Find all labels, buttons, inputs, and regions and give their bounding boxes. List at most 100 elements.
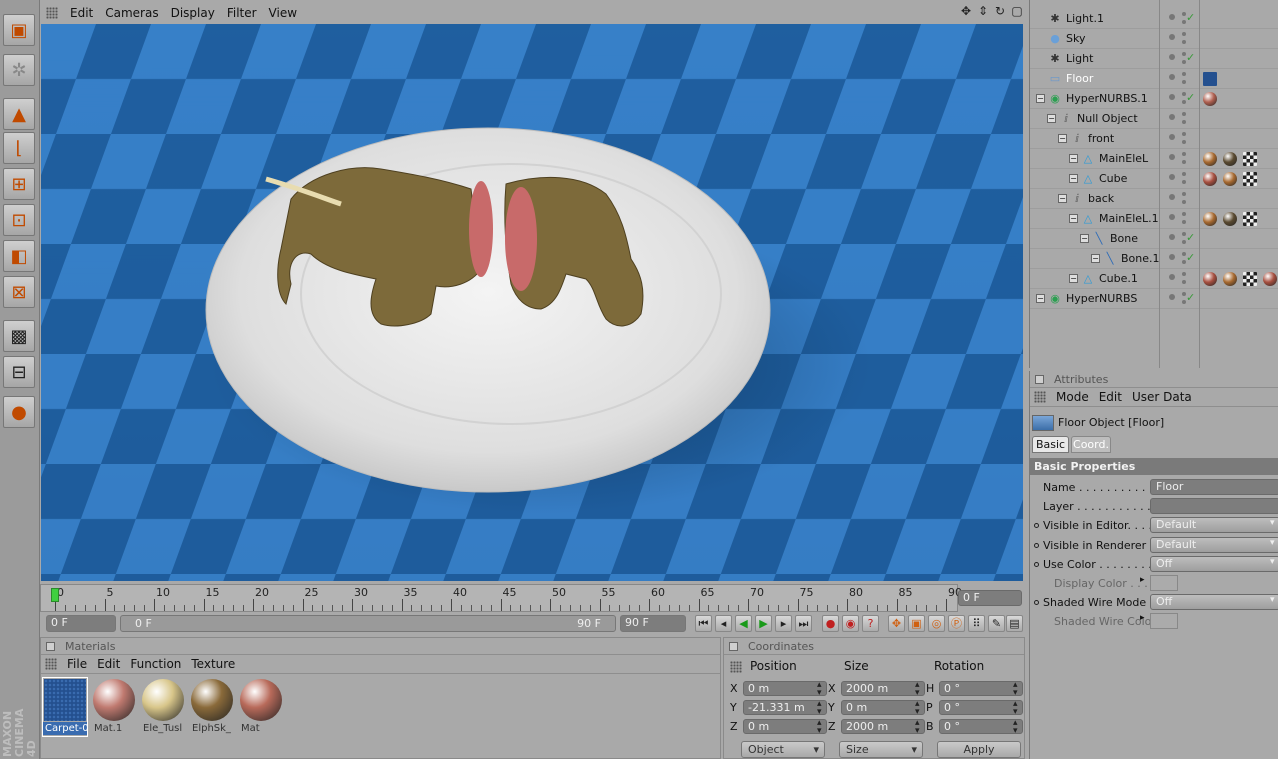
animate-bullet-icon[interactable] <box>1034 561 1039 567</box>
keyframe-selection-icon[interactable]: ? <box>862 615 879 632</box>
render-dot[interactable] <box>1182 180 1186 184</box>
materials-menu-edit[interactable]: Edit <box>97 657 120 671</box>
tree-expander-icon[interactable]: − <box>1069 154 1078 163</box>
material-swatch[interactable]: Mat.1 <box>92 678 136 736</box>
tag-icon[interactable] <box>1203 212 1217 226</box>
autokey-icon[interactable]: ◉ <box>842 615 859 632</box>
object-row[interactable]: − △ MainEleL <box>1030 149 1278 169</box>
menu-cameras[interactable]: Cameras <box>105 6 158 20</box>
tag-icon[interactable] <box>1203 92 1217 106</box>
visibility-dot[interactable] <box>1169 234 1175 240</box>
tag-icon[interactable] <box>1223 152 1237 166</box>
tag-icon[interactable] <box>1263 272 1277 286</box>
next-key-icon[interactable]: ▸ <box>775 615 792 632</box>
start-frame-field[interactable]: 0 F <box>46 615 116 632</box>
object-name[interactable]: front <box>1088 132 1114 145</box>
object-name[interactable]: Null Object <box>1077 112 1138 125</box>
visibility-dot[interactable] <box>1169 214 1175 220</box>
layout-icon[interactable]: ▣ <box>3 14 35 46</box>
current-frame-field[interactable]: 0 F <box>958 590 1022 606</box>
3d-viewport[interactable] <box>41 24 1023 581</box>
object-row[interactable]: − ╲ Bone ✓ <box>1030 229 1278 249</box>
visibility-dot[interactable] <box>1169 114 1175 120</box>
material-swatch[interactable]: Ele_Tusl <box>141 678 185 736</box>
object-name[interactable]: back <box>1088 192 1114 205</box>
tag-icon[interactable] <box>1243 172 1257 186</box>
object-name[interactable]: HyperNURBS.1 <box>1066 92 1148 105</box>
tag-icon[interactable] <box>1243 272 1257 286</box>
attribute-value[interactable]: Off <box>1150 555 1278 572</box>
material-swatch[interactable]: Mat <box>239 678 283 736</box>
object-row[interactable]: − △ Cube.1 <box>1030 269 1278 289</box>
render-dot[interactable] <box>1182 80 1186 84</box>
tag-icon[interactable] <box>1203 152 1217 166</box>
coord-size-field[interactable]: 0 m <box>841 700 925 715</box>
render-dot[interactable] <box>1182 32 1186 36</box>
tag-icon[interactable] <box>1203 172 1217 186</box>
menu-view[interactable]: View <box>269 6 297 20</box>
color-swatch[interactable] <box>1150 613 1178 630</box>
end-frame-field[interactable]: 90 F <box>620 615 686 632</box>
object-row[interactable]: − ⅈ front <box>1030 129 1278 149</box>
coord-position-field[interactable]: 0 m <box>743 681 827 696</box>
expand-arrow-icon[interactable]: ▸ <box>1140 613 1145 623</box>
render-dot[interactable] <box>1182 40 1186 44</box>
render-dot[interactable] <box>1182 220 1186 224</box>
tag-icon[interactable] <box>1243 152 1257 166</box>
coord-rotation-field[interactable]: 0 ° <box>939 700 1023 715</box>
menu-filter[interactable]: Filter <box>227 6 257 20</box>
tree-expander-icon[interactable]: − <box>1036 294 1045 303</box>
animate-bullet-icon[interactable] <box>1034 600 1039 606</box>
object-row[interactable]: ✱ Light.1 ✓ <box>1030 9 1278 29</box>
object-row[interactable]: − △ MainEleL.1 <box>1030 209 1278 229</box>
coord-rotation-field[interactable]: 0 ° <box>939 681 1023 696</box>
render-dot[interactable] <box>1182 200 1186 204</box>
object-row[interactable]: − △ Cube <box>1030 169 1278 189</box>
tree-expander-icon[interactable]: − <box>1047 114 1056 123</box>
interpolation-icon[interactable]: ✎ <box>988 615 1005 632</box>
visibility-dot[interactable] <box>1169 94 1175 100</box>
object-name[interactable]: Cube.1 <box>1099 272 1138 285</box>
attribute-value[interactable]: Default <box>1150 536 1278 553</box>
object-name[interactable]: HyperNURBS <box>1066 292 1137 305</box>
material-swatch[interactable]: Carpet-0 <box>42 677 88 737</box>
object-name[interactable]: Floor <box>1066 72 1093 85</box>
object-name[interactable]: Light <box>1066 52 1093 65</box>
polygons-mode-icon[interactable]: ◧ <box>3 240 35 272</box>
menu-edit[interactable]: Edit <box>70 6 93 20</box>
attribute-value[interactable] <box>1150 498 1278 515</box>
key-parameter-icon[interactable]: Ⓟ <box>948 615 965 632</box>
visibility-dot[interactable] <box>1169 294 1175 300</box>
render-dot[interactable] <box>1182 172 1186 176</box>
render-dot[interactable] <box>1182 160 1186 164</box>
tag-icon[interactable] <box>1203 272 1217 286</box>
object-row[interactable]: − ◉ HyperNURBS.1 ✓ <box>1030 89 1278 109</box>
object-name[interactable]: Sky <box>1066 32 1085 45</box>
panel-checkbox[interactable] <box>1035 375 1044 384</box>
render-dot[interactable] <box>1182 272 1186 276</box>
visibility-dot[interactable] <box>1169 54 1175 60</box>
materials-menu-function[interactable]: Function <box>130 657 181 671</box>
material-swatch[interactable]: ElphSk_ <box>190 678 234 736</box>
visibility-dot[interactable] <box>1169 254 1175 260</box>
visibility-dot[interactable] <box>1169 174 1175 180</box>
coord-mode-select[interactable]: Object ▾ <box>741 741 825 758</box>
key-pla-icon[interactable]: ⠿ <box>968 615 985 632</box>
points-mode-icon[interactable]: ⊞ <box>3 168 35 200</box>
tree-expander-icon[interactable]: − <box>1080 234 1089 243</box>
record-icon[interactable]: ● <box>822 615 839 632</box>
stepper-icon[interactable]: ▴ ▾ <box>1013 719 1018 736</box>
pan-icon[interactable]: ✥ <box>959 4 973 18</box>
render-dot[interactable] <box>1182 112 1186 116</box>
object-row[interactable]: − ⅈ back <box>1030 189 1278 209</box>
tree-expander-icon[interactable]: − <box>1069 274 1078 283</box>
stepper-icon[interactable]: ▴ ▾ <box>1013 700 1018 717</box>
render-dot[interactable] <box>1182 72 1186 76</box>
rotate-view-icon[interactable]: ↻ <box>993 4 1007 18</box>
visibility-dot[interactable] <box>1169 74 1175 80</box>
menu-display[interactable]: Display <box>171 6 215 20</box>
object-name[interactable]: MainEleL.1 <box>1099 212 1159 225</box>
coord-position-field[interactable]: -21.331 m <box>743 700 827 715</box>
maximize-view-icon[interactable]: ▢ <box>1010 4 1024 18</box>
tree-expander-icon[interactable]: − <box>1058 194 1067 203</box>
